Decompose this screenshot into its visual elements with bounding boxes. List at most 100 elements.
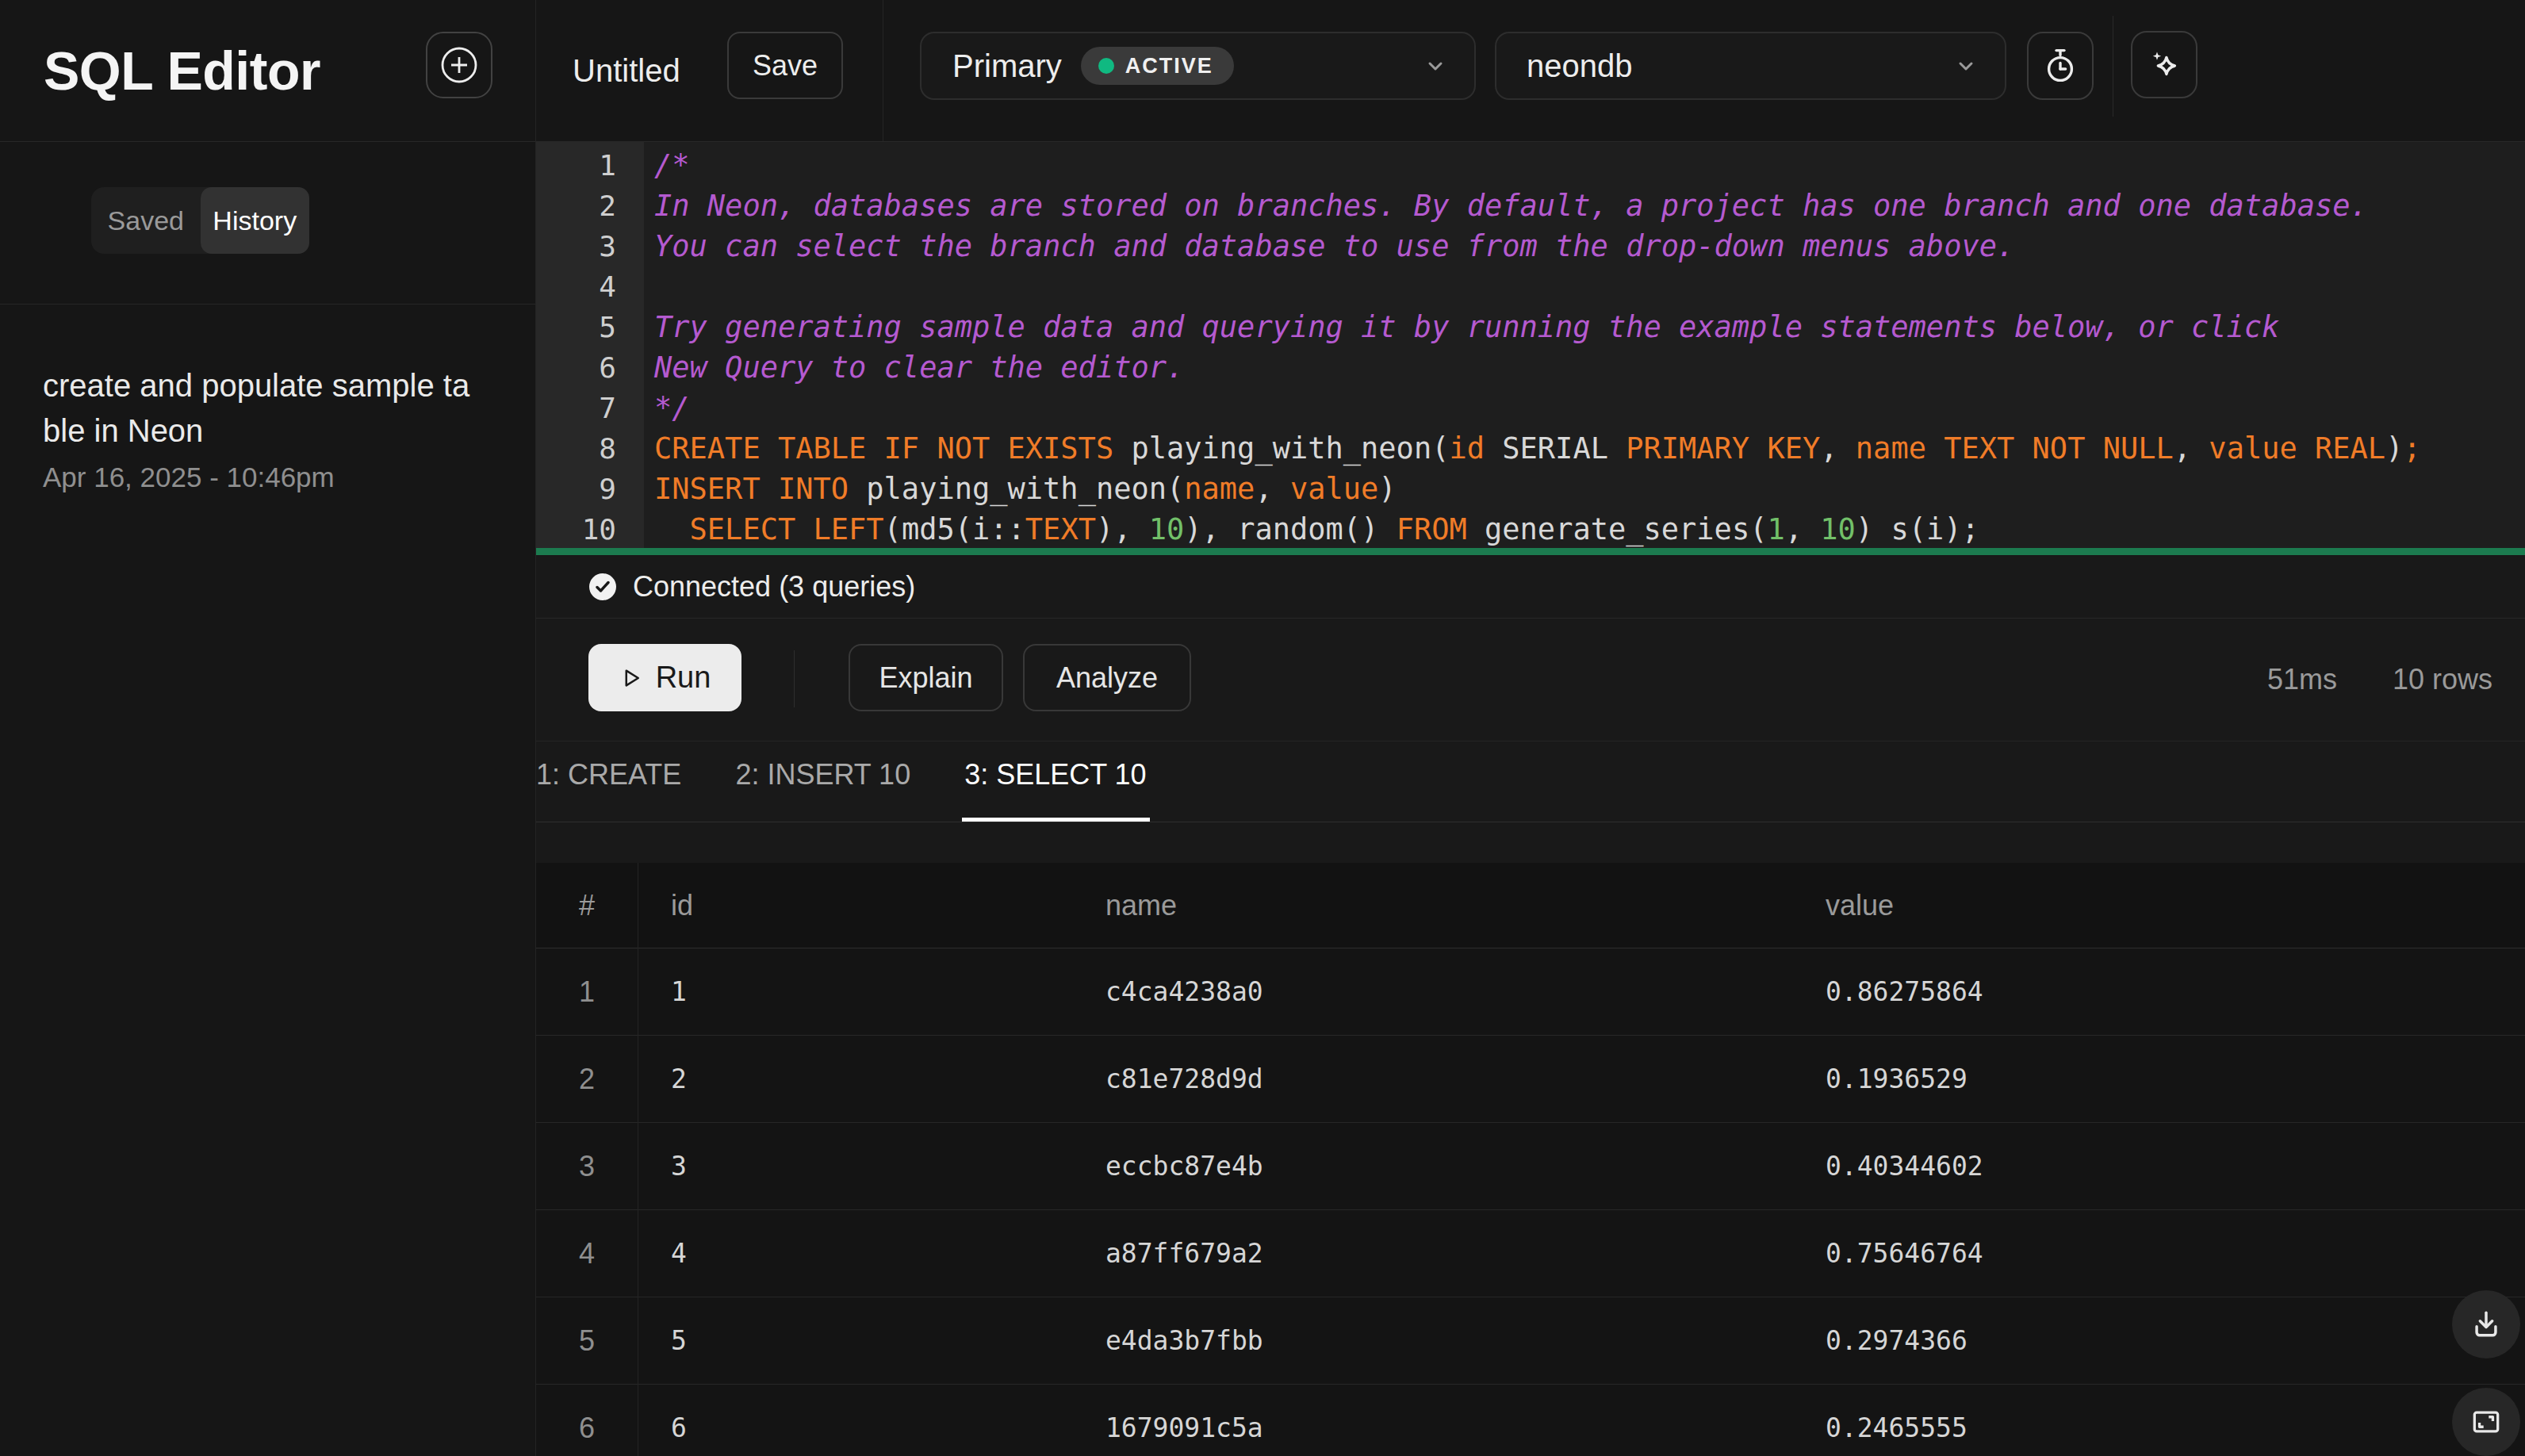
history-item[interactable]: create and populate sample table in Neon… xyxy=(0,305,535,493)
save-button[interactable]: Save xyxy=(727,32,843,99)
connection-status-text: Connected (3 queries) xyxy=(633,570,915,603)
table-cell: a87ff679a2 xyxy=(1105,1210,1263,1297)
editor-line: 8 CREATE TABLE IF NOT EXISTS playing_with… xyxy=(536,428,2525,469)
line-number: 9 xyxy=(536,469,644,509)
table-row: 44 a87ff679a2 0.75646764 xyxy=(536,1210,2525,1297)
editor-line: 10 SELECT LEFT(md5(i::TEXT), 10), random… xyxy=(536,509,2525,550)
sidebar-header: SQL Editor xyxy=(0,0,535,142)
sidebar-tab-history[interactable]: History xyxy=(201,187,310,254)
table-cell: 6 xyxy=(671,1385,687,1456)
table-cell: 1 xyxy=(671,948,687,1035)
query-row-count: 10 rows xyxy=(2393,663,2492,696)
table-cell: 1 xyxy=(536,948,638,1035)
result-tab-3-select-10[interactable]: 3: SELECT 10 xyxy=(964,741,1146,822)
history-item-title: create and populate sample table in Neon xyxy=(43,363,481,454)
database-name: neondb xyxy=(1527,48,1632,84)
table-cell: e4da3b7fbb xyxy=(1105,1297,1263,1384)
table-cell: eccbc87e4b xyxy=(1105,1123,1263,1209)
editor-bottom-rule xyxy=(536,548,2525,555)
table-cell: c81e728d9d xyxy=(1105,1036,1263,1122)
chevron-down-icon xyxy=(1954,54,1978,78)
line-number: 6 xyxy=(536,347,644,388)
line-number: 10 xyxy=(536,509,644,550)
editor-line: 5 Try generating sample data and querying… xyxy=(536,307,2525,347)
run-button[interactable]: Run xyxy=(588,644,741,711)
table-cell: 4 xyxy=(536,1210,638,1297)
results-table: #idnamevalue 11c4ca4238a00.8627586422c81… xyxy=(536,863,2525,1456)
table-row: 33eccbc87e4b0.40344602 xyxy=(536,1123,2525,1210)
table-row: 11 c4ca4238a0 0.86275864 xyxy=(536,948,2525,1036)
ai-assist-button[interactable] xyxy=(2131,31,2197,98)
editor-line: 9 INSERT INTO playing_with_neon(name, val… xyxy=(536,469,2525,509)
connection-status-bar: Connected (3 queries) xyxy=(536,556,2525,619)
new-query-button[interactable] xyxy=(426,32,492,98)
download-icon xyxy=(2469,1307,2504,1342)
table-cell: 0.2974366 xyxy=(1826,1297,1968,1384)
table-cell: c4ca4238a0 xyxy=(1105,948,1263,1035)
download-results-button[interactable] xyxy=(2452,1290,2520,1358)
actions-divider xyxy=(794,650,795,707)
query-name: Untitled xyxy=(573,0,680,141)
plus-circle-icon xyxy=(439,44,480,86)
line-code: In Neon, databases are stored on branche… xyxy=(654,189,2368,223)
table-cell: 2 xyxy=(536,1036,638,1122)
table-row: 22 c81e728d9d 0.1936529 xyxy=(536,1036,2525,1123)
check-circle-icon xyxy=(588,573,617,601)
branch-status-label: ACTIVE xyxy=(1125,54,1213,79)
table-row: 55e4da3b7fbb0.2974366 xyxy=(536,1297,2525,1385)
line-code: Try generating sample data and querying … xyxy=(654,310,2279,344)
line-code: */ xyxy=(654,391,690,425)
line-number: 8 xyxy=(536,428,644,469)
fullscreen-button[interactable] xyxy=(2452,1388,2520,1456)
line-code: INSERT INTO playing_with_neon(name, valu… xyxy=(654,472,1397,506)
history-list: create and populate sample table in Neon… xyxy=(0,305,535,493)
query-history-timer-button[interactable] xyxy=(2027,32,2094,100)
editor-line: 6New Query to clear the editor. xyxy=(536,347,2525,388)
column-header-index: # xyxy=(536,863,638,948)
chevron-down-icon xyxy=(1423,54,1447,78)
table-body: 11 c4ca4238a0 0.86275864 22 c81e728d9d 0.1936… xyxy=(536,948,2525,1456)
actions-row: Run Explain Analyze 51ms 10 rows xyxy=(536,619,2525,741)
result-tabs: 1: CREATE 2: INSERT 10 3: SELECT 10 xyxy=(536,741,2525,822)
line-number: 2 xyxy=(536,186,644,226)
editor-line: 1/* xyxy=(536,145,2525,186)
line-number: 3 xyxy=(536,226,644,266)
table-cell: 0.40344602 xyxy=(1826,1123,1983,1209)
branch-name: Primary xyxy=(952,48,1062,84)
editor-lines: 1/*2 In Neon, databases are stored on bra… xyxy=(536,145,2525,550)
table-cell: 6 xyxy=(536,1385,638,1456)
line-code: SELECT LEFT(md5(i::TEXT), 10), random() … xyxy=(654,512,1979,546)
line-code: You can select the branch and database t… xyxy=(654,229,2014,263)
sql-editor[interactable]: 1/*2 In Neon, databases are stored on bra… xyxy=(536,142,2525,555)
history-item-timestamp: Apr 16, 2025 - 10:46pm xyxy=(43,462,492,493)
table-cell: 3 xyxy=(671,1123,687,1209)
result-tab-2-insert-10[interactable]: 2: INSERT 10 xyxy=(735,741,910,822)
line-number: 4 xyxy=(536,266,644,307)
line-number: 5 xyxy=(536,307,644,347)
table-cell: 0.1936529 xyxy=(1826,1036,1968,1122)
database-selector[interactable]: neondb xyxy=(1495,32,2006,100)
table-cell: 0.75646764 xyxy=(1826,1210,1983,1297)
editor-line: 2 In Neon, databases are stored on branch… xyxy=(536,186,2525,226)
sidebar-tabs-section: SavedHistory xyxy=(0,142,535,305)
query-duration: 51ms xyxy=(2267,663,2337,696)
table-cell: 5 xyxy=(536,1297,638,1384)
editor-line: 3 You can select the branch and database … xyxy=(536,226,2525,266)
editor-line: 7 */ xyxy=(536,388,2525,428)
column-header-name: name xyxy=(1105,863,1177,948)
line-number: 7 xyxy=(536,388,644,428)
saved-history-switch: SavedHistory xyxy=(91,187,309,254)
result-tab-1-create[interactable]: 1: CREATE xyxy=(536,741,681,822)
table-cell: 4 xyxy=(671,1210,687,1297)
line-number: 1 xyxy=(536,145,644,186)
stopwatch-icon xyxy=(2041,47,2079,85)
line-code: CREATE TABLE IF NOT EXISTS playing_with_… xyxy=(654,431,2421,466)
table-cell: 0.86275864 xyxy=(1826,948,1983,1035)
table-cell: 2 xyxy=(671,1036,687,1122)
sidebar-tab-saved[interactable]: Saved xyxy=(91,187,201,254)
analyze-button[interactable]: Analyze xyxy=(1023,644,1191,711)
explain-button[interactable]: Explain xyxy=(849,644,1003,711)
branch-selector[interactable]: Primary ACTIVE xyxy=(920,32,1476,100)
topbar: Untitled Save Primary ACTIVE neondb xyxy=(536,0,2525,142)
app-title: SQL Editor xyxy=(44,0,320,141)
